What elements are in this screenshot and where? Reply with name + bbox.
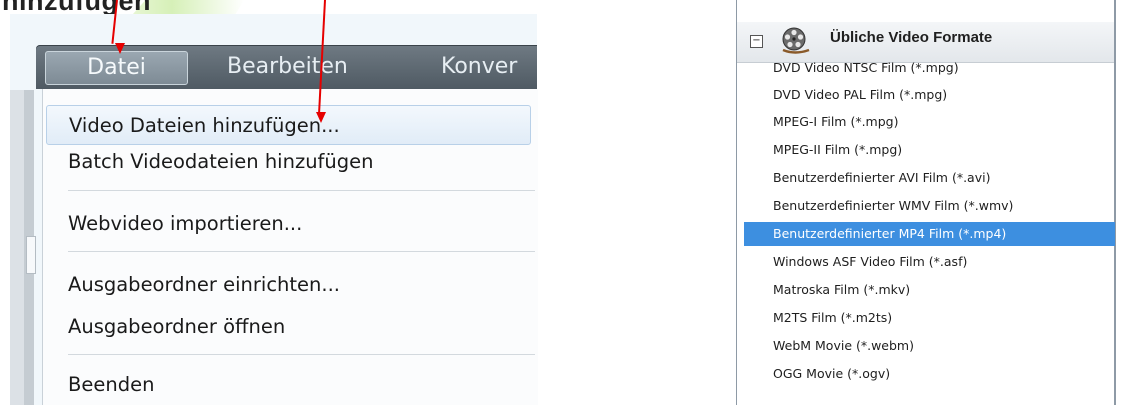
- menu-item-add-video-files[interactable]: Video Dateien hinzufügen...: [46, 105, 531, 145]
- window-side-area: [10, 90, 24, 405]
- menu-item-import-webvideo[interactable]: Webvideo importieren...: [68, 204, 302, 244]
- panel-margin: [722, 0, 736, 405]
- panel-border: [1114, 0, 1116, 405]
- format-item[interactable]: MPEG-I Film (*.mpg): [773, 110, 898, 134]
- menu-datei[interactable]: Datei: [45, 51, 188, 85]
- format-item[interactable]: Benutzerdefinierter AVI Film (*.avi): [773, 166, 990, 190]
- menu-item-open-output-folder[interactable]: Ausgabeordner öffnen: [68, 307, 285, 347]
- annotation-arrow-head: [115, 43, 125, 54]
- film-reel-icon: [782, 27, 810, 54]
- format-item[interactable]: WebM Movie (*.webm): [773, 334, 914, 358]
- menu-item-batch-add-videos[interactable]: Batch Videodateien hinzufügen: [68, 142, 374, 182]
- format-item[interactable]: Windows ASF Video Film (*.asf): [773, 250, 967, 274]
- menubar: Datei Bearbeiten Konver: [36, 45, 537, 89]
- format-item[interactable]: OGG Movie (*.ogv): [773, 362, 890, 386]
- format-item-selected[interactable]: Benutzerdefinierter MP4 Film (*.mp4): [744, 222, 1115, 246]
- menu-separator: [68, 354, 535, 355]
- menu-item-exit[interactable]: Beenden: [68, 365, 154, 405]
- format-item[interactable]: Benutzerdefinierter WMV Film (*.wmv): [773, 194, 1013, 218]
- menu-item-set-output-folder[interactable]: Ausgabeordner einrichten...: [68, 265, 340, 305]
- format-item[interactable]: Matroska Film (*.mkv): [773, 278, 910, 302]
- menu-konvertieren[interactable]: Konver: [441, 45, 517, 89]
- splitter-handle[interactable]: [26, 236, 36, 274]
- format-item[interactable]: DVD Video PAL Film (*.mpg): [773, 83, 947, 107]
- annotation-arrow-head: [316, 112, 326, 123]
- format-item[interactable]: DVD Video NTSC Film (*.mpg): [773, 56, 959, 80]
- menu-separator: [68, 251, 535, 252]
- format-group-title: Übliche Video Formate: [830, 29, 993, 46]
- menu-separator: [68, 190, 535, 191]
- menu-bearbeiten[interactable]: Bearbeiten: [227, 45, 348, 89]
- collapse-toggle-icon[interactable]: −: [750, 35, 763, 48]
- format-item[interactable]: MPEG-II Film (*.mpg): [773, 138, 902, 162]
- format-item[interactable]: M2TS Film (*.m2ts): [773, 306, 892, 330]
